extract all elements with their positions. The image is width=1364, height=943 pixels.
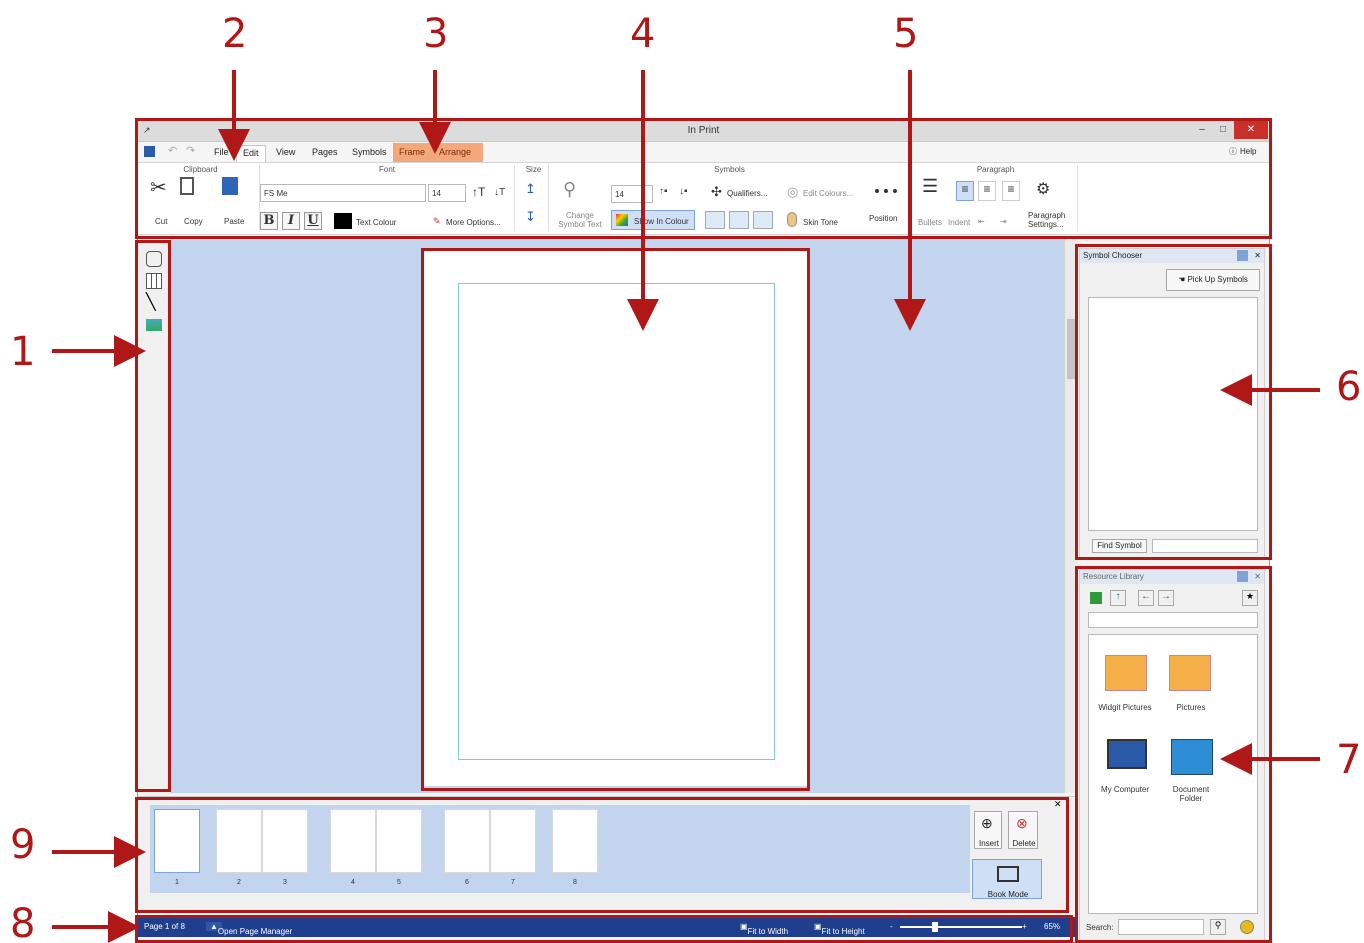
screenshot: 2 3 4 5 1 6 7 9 8 ↗ In Print – □ ✕ ↶ ↷ F… [0, 0, 1364, 943]
callout-arrows [52, 70, 1320, 943]
